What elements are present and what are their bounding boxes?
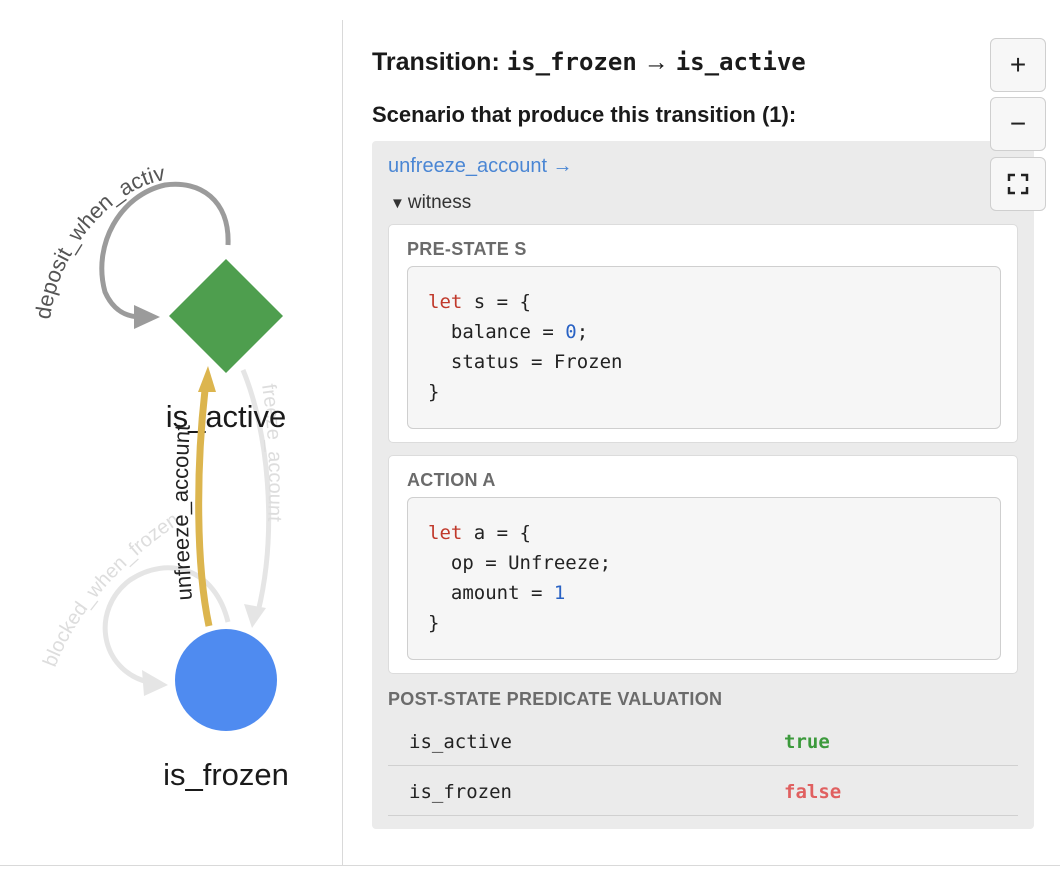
transition-title: Transition: is_frozen → is_active — [372, 48, 806, 77]
code-line: let a = { — [428, 522, 531, 544]
edge-deposit-when-active[interactable]: deposit_when_active +2 — [0, 0, 231, 329]
action-code: let a = { op = Unfreeze; amount = 1 } — [407, 497, 1001, 660]
edge-label-deposit-when-active: deposit_when_active +2 — [0, 0, 167, 321]
pre-state-code: let s = { balance = 0; status = Frozen } — [407, 266, 1001, 429]
scenarios-heading: Scenario that produce this transition (1… — [372, 102, 797, 127]
action-header: ACTION A — [407, 470, 496, 490]
witness-label: witness — [407, 192, 472, 213]
code-line: } — [428, 381, 440, 403]
action-card: ACTION A let a = { op = Unfreeze; amount… — [388, 455, 1018, 674]
code-line: status = Frozen — [428, 351, 623, 373]
zoom-out-button[interactable]: − — [990, 97, 1046, 151]
state-graph[interactable]: blocked_when_frozen freeze_account depos… — [0, 0, 343, 866]
edge-label-unfreeze-account: unfreeze_account — [168, 424, 197, 601]
disclosure-triangle-icon: ▼ — [390, 195, 405, 212]
node-is-active[interactable]: is_active — [166, 259, 287, 434]
minus-icon: − — [1009, 108, 1027, 139]
fit-view-button[interactable] — [990, 157, 1046, 211]
witness-toggle[interactable]: ▼ witness — [390, 192, 471, 214]
transition-arrow: → — [636, 48, 676, 76]
transition-panel: Transition: is_frozen → is_active Scenar… — [372, 0, 1034, 866]
zoom-in-button[interactable]: + — [990, 38, 1046, 92]
code-line: amount = 1 — [428, 582, 566, 604]
predicate-value: false — [784, 781, 842, 803]
scenario-box: unfreeze_account → ▼ witness PRE-STATE S … — [372, 141, 1034, 829]
code-line: } — [428, 612, 440, 634]
panel-divider — [342, 20, 343, 866]
edge-label-blocked-when-frozen: blocked_when_frozen — [39, 509, 183, 670]
transition-prefix: Transition: — [372, 48, 507, 76]
pre-state-card: PRE-STATE S let s = { balance = 0; statu… — [388, 224, 1018, 443]
transition-to: is_active — [675, 48, 806, 76]
predicate-name: is_active — [409, 731, 512, 753]
post-state-header: POST-STATE PREDICATE VALUATION — [388, 689, 723, 709]
predicate-row: is_active true — [388, 716, 1018, 766]
transition-from: is_frozen — [506, 48, 637, 76]
code-line: balance = 0; — [428, 321, 589, 343]
scenario-link[interactable]: unfreeze_account → — [388, 155, 573, 178]
fit-view-icon — [1007, 173, 1029, 195]
code-line: let s = { — [428, 291, 531, 313]
node-label-is-frozen: is_frozen — [163, 757, 289, 792]
code-line: op = Unfreeze; — [428, 552, 612, 574]
plus-icon: + — [1009, 49, 1027, 80]
node-is-frozen[interactable]: is_frozen — [163, 629, 289, 792]
predicate-name: is_frozen — [409, 781, 512, 803]
pre-state-header: PRE-STATE S — [407, 239, 527, 259]
predicate-value: true — [784, 731, 830, 753]
predicate-row: is_frozen false — [388, 766, 1018, 816]
